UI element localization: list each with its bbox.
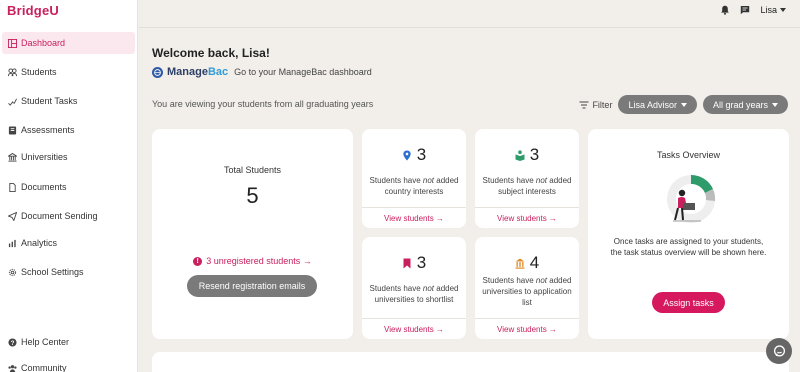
grad-year-select[interactable]: All grad years [702,95,788,114]
top-bar: Lisa [139,0,800,20]
chat-icon [773,344,785,356]
assessments-icon [8,125,17,135]
sidebar-item-label: Students [21,67,57,77]
send-icon [8,211,17,221]
sidebar-item-assessments[interactable]: Assessments [2,119,135,141]
sidebar-item-label: Dashboard [21,38,66,48]
chevron-down-icon [772,102,778,107]
sidebar-item-label: School Settings [21,267,84,277]
sidebar-item-students[interactable]: Students [2,61,135,83]
advisor-overview-card [152,352,789,372]
university-icon [8,152,17,162]
sidebar-item-help-center[interactable]: ? Help Center [2,331,135,353]
filters-bar: Filter Lisa Advisor All grad years [579,95,788,114]
sidebar-item-label: Assessments [21,125,75,135]
sidebar-item-label: Universities [21,152,68,162]
country-interests-card: 3 Students have not added country intere… [362,129,466,228]
filter-label: Filter [592,99,613,110]
community-icon [8,364,17,372]
user-name: Lisa [760,5,777,15]
tasks-overview-card: Tasks Overview Once tasks are assigned t… [588,129,789,339]
stat-count: 4 [529,253,540,272]
sidebar-item-label: Community [21,363,67,372]
analytics-icon [8,239,17,248]
filter-toggle[interactable]: Filter [579,100,612,110]
sidebar-item-label: Help Center [21,337,70,347]
total-students-card: Total Students 5 ! 3 unregistered studen… [152,129,353,339]
managebac-link[interactable]: ManageBac Go to your ManageBac dashboard [152,66,372,78]
sidebar-item-document-sending[interactable]: Document Sending [2,205,135,227]
sidebar-item-label: Student Tasks [21,96,78,106]
dashboard-icon [8,38,17,48]
location-pin-icon [403,149,411,161]
chevron-down-icon [780,8,786,12]
view-students-link[interactable]: View students → [362,318,466,339]
advisor-select-value: Lisa Advisor [628,99,677,110]
university-building-icon [515,258,525,269]
managebac-brand: ManageBac [167,66,229,78]
stat-count: 3 [416,145,427,164]
unregistered-students-label: 3 unregistered students → [206,256,312,266]
document-icon [8,182,17,192]
view-students-link[interactable]: View students → [475,207,579,228]
sidebar-item-label: Documents [21,182,67,192]
stat-description: Students have not added universities to … [369,284,459,304]
shortlist-card: 3 Students have not added universities t… [362,237,466,339]
stat-count: 3 [416,253,427,272]
sidebar-item-school-settings[interactable]: School Settings [2,261,135,283]
help-icon: ? [8,337,17,347]
alert-icon: ! [193,256,203,266]
sidebar-item-label: Analytics [21,238,58,248]
sidebar-item-analytics[interactable]: Analytics [2,232,135,254]
unregistered-students-link[interactable]: ! 3 unregistered students → [152,256,353,266]
bridgeu-logo[interactable]: BridgeU [7,3,59,18]
sidebar-item-dashboard[interactable]: Dashboard [2,32,135,54]
students-icon [8,67,17,77]
total-students-value: 5 [246,183,259,208]
stat-count: 3 [529,145,540,164]
tasks-overview-description: Once tasks are assigned to your students… [610,237,767,257]
user-menu[interactable]: Lisa [760,5,786,15]
stat-description: Students have not added country interest… [369,176,459,196]
page-title: Welcome back, Lisa! [152,46,270,60]
view-students-link[interactable]: View students → [362,207,466,228]
total-students-title: Total Students [223,165,282,175]
view-students-link[interactable]: View students → [475,318,579,339]
stat-description: Students have not added universities to … [482,276,572,307]
sidebar-item-documents[interactable]: Documents [2,176,135,198]
assign-tasks-button[interactable]: Assign tasks [652,292,725,313]
managebac-dashboard-link[interactable]: Go to your ManageBac dashboard [234,67,372,77]
grad-year-select-value: All grad years [712,99,768,110]
bookmark-icon [403,258,411,268]
tasks-icon [8,97,17,106]
managebac-logo-icon [152,66,163,78]
message-icon[interactable] [740,5,750,15]
sidebar-item-universities[interactable]: Universities [2,146,135,168]
person-laptop-illustration [667,174,716,223]
bell-icon[interactable] [720,5,730,15]
sidebar-item-label: Document Sending [21,211,98,221]
svg-text:?: ? [11,339,15,346]
stat-description: Students have not added subject interest… [482,176,572,196]
advisor-select[interactable]: Lisa Advisor [618,95,697,114]
gear-icon [8,268,17,277]
header-divider [139,27,800,28]
book-reader-icon [515,149,525,161]
filter-icon [579,101,589,108]
subject-interests-card: 3 Students have not added subject intere… [475,129,579,228]
resend-registration-button[interactable]: Resend registration emails [187,275,317,297]
tasks-overview-title: Tasks Overview [656,150,720,160]
viewing-info: You are viewing your students from all g… [152,99,374,109]
chevron-down-icon [680,102,687,107]
sidebar-item-student-tasks[interactable]: Student Tasks [2,90,135,112]
sidebar-item-community[interactable]: Community [2,357,135,372]
chat-support-button[interactable] [766,338,792,364]
application-list-card: 4 Students have not added universities t… [475,237,579,339]
sidebar: BridgeU Dashboard Students Student Tasks… [0,0,138,372]
